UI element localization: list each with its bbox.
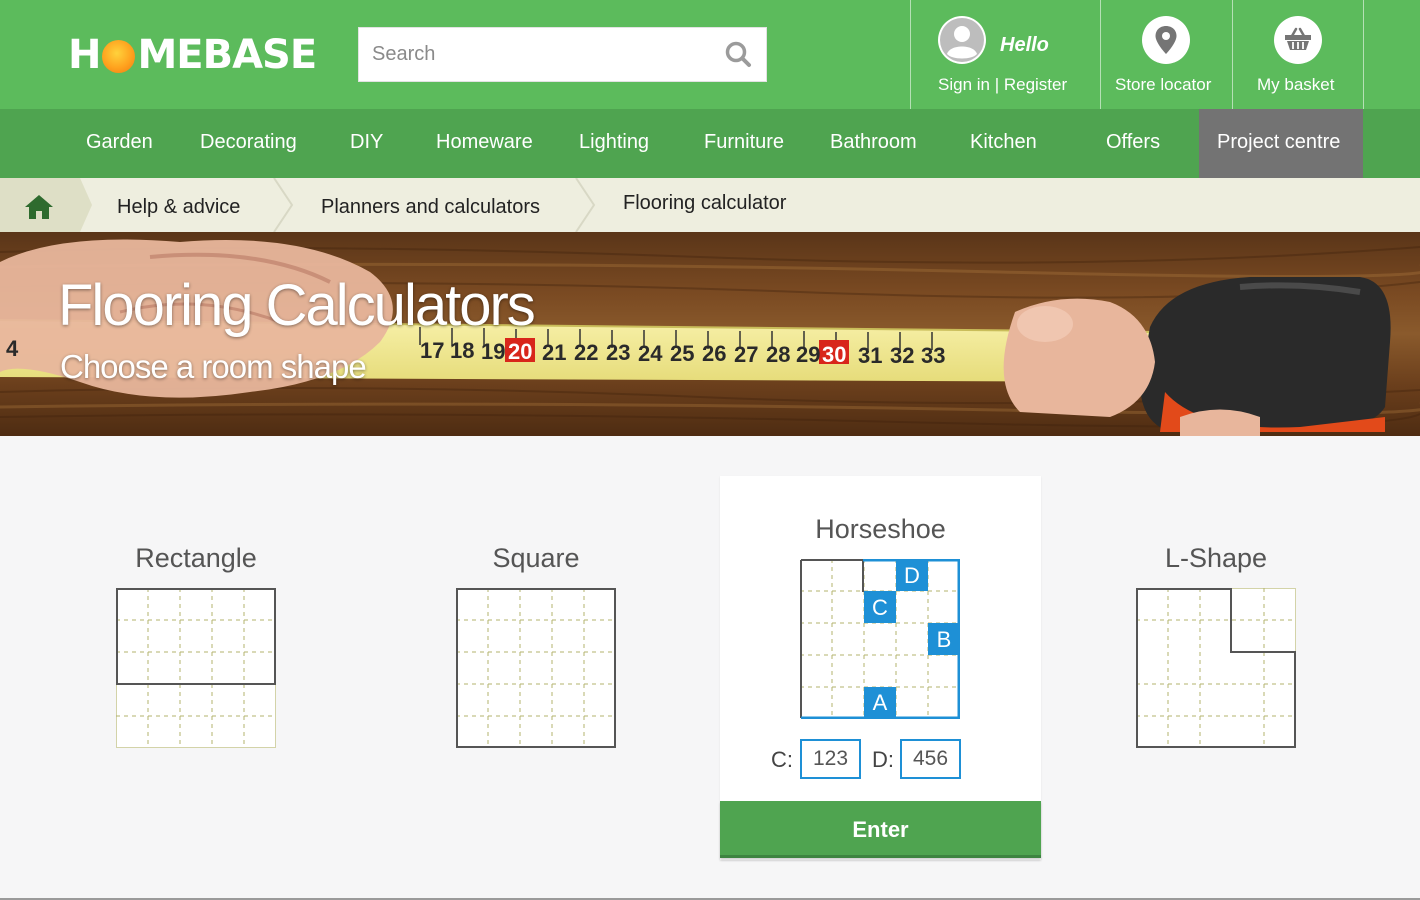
breadcrumb-help-advice[interactable]: Help & advice <box>117 196 240 219</box>
main-nav: Garden Decorating DIY Homeware Lighting … <box>0 109 1420 178</box>
tape-number: 25 <box>670 341 695 366</box>
square-title: Square <box>492 543 580 573</box>
tape-number: 20 <box>508 339 533 364</box>
dimension-d-input[interactable] <box>900 739 961 779</box>
nav-item-offers[interactable]: Offers <box>1106 109 1160 178</box>
horseshoe-marker-b-label: B <box>936 627 952 652</box>
dimension-c-label: C: <box>771 747 793 772</box>
tape-number: 18 <box>450 338 475 363</box>
map-pin-icon <box>1142 16 1190 64</box>
site-header: H MEBASE Sign in | Register Hello <box>0 0 1420 109</box>
tape-number: 22 <box>574 340 599 365</box>
nav-item-homeware[interactable]: Homeware <box>436 109 533 178</box>
enter-button[interactable]: Enter <box>720 801 1041 858</box>
sign-in-register-link[interactable]: Sign in | Register <box>938 75 1067 95</box>
tape-number: 24 <box>638 341 663 366</box>
hello-greeting: Hello <box>1000 34 1049 56</box>
tape-number: 4 <box>6 336 19 361</box>
rectangle-title: Rectangle <box>135 543 257 573</box>
breadcrumb-separator <box>273 178 294 232</box>
nav-item-garden[interactable]: Garden <box>86 109 153 178</box>
tape-number: 21 <box>542 340 567 365</box>
my-basket-label: My basket <box>1257 75 1335 94</box>
logo-text-left: H <box>68 32 101 78</box>
store-locator-label: Store locator <box>1115 75 1212 94</box>
tape-number: 29 <box>796 342 821 367</box>
horseshoe-marker-d-label: D <box>904 563 920 588</box>
logo-text-right: MEBASE <box>137 32 317 78</box>
nav-item-decorating[interactable]: Decorating <box>200 109 297 178</box>
square-shape-option[interactable] <box>456 588 616 748</box>
breadcrumb: Help & advice Planners and calculators F… <box>0 178 1420 232</box>
home-icon <box>25 195 53 219</box>
basket-block[interactable]: My basket <box>1233 0 1363 109</box>
dimension-c-input[interactable] <box>800 739 861 779</box>
tape-number: 26 <box>702 341 727 366</box>
user-avatar-icon <box>938 16 986 64</box>
search-input[interactable] <box>359 28 719 81</box>
basket-icon <box>1274 16 1322 64</box>
breadcrumb-flooring-calculator: Flooring calculator <box>623 192 787 214</box>
hero-banner: 4 17 18 19 20 21 22 23 24 25 26 27 28 29… <box>0 232 1420 436</box>
nav-item-bathroom[interactable]: Bathroom <box>830 109 917 178</box>
hero-subtitle: Choose a room shape <box>60 348 367 385</box>
store-locator-block[interactable]: Store locator <box>1101 0 1232 109</box>
tape-number: 30 <box>822 342 847 367</box>
nav-item-diy[interactable]: DIY <box>350 109 383 178</box>
homebase-logo[interactable]: H MEBASE <box>68 32 317 78</box>
horseshoe-title: Horseshoe <box>815 514 946 544</box>
rectangle-shape-option[interactable] <box>116 588 276 748</box>
tape-number: 28 <box>766 342 791 367</box>
nav-item-lighting[interactable]: Lighting <box>579 109 649 178</box>
horseshoe-marker-c-label: C <box>872 595 888 620</box>
lshape-shape-option[interactable] <box>1136 588 1296 748</box>
tape-number: 33 <box>921 343 946 368</box>
search-box <box>358 27 767 82</box>
breadcrumb-separator <box>575 178 596 232</box>
tape-number: 27 <box>734 342 759 367</box>
nav-item-project-centre[interactable]: Project centre <box>1199 109 1363 178</box>
dimension-d-label: D: <box>872 747 894 772</box>
header-divider <box>1363 0 1364 109</box>
tape-number: 31 <box>858 343 883 368</box>
tape-number: 17 <box>420 338 445 363</box>
horseshoe-marker-a-label: A <box>872 690 888 715</box>
tape-number: 19 <box>481 339 506 364</box>
search-icon[interactable] <box>724 40 754 70</box>
tape-number: 32 <box>890 343 915 368</box>
breadcrumb-home[interactable] <box>0 178 80 232</box>
breadcrumb-planners-calculators[interactable]: Planners and calculators <box>321 196 540 219</box>
nav-item-furniture[interactable]: Furniture <box>704 109 784 178</box>
tape-number: 23 <box>606 340 631 365</box>
logo-sun-icon <box>102 39 136 73</box>
hero-title: Flooring Calculators <box>58 273 536 338</box>
breadcrumb-separator <box>80 178 92 232</box>
lshape-title: L-Shape <box>1164 543 1268 573</box>
nav-item-kitchen[interactable]: Kitchen <box>970 109 1037 178</box>
